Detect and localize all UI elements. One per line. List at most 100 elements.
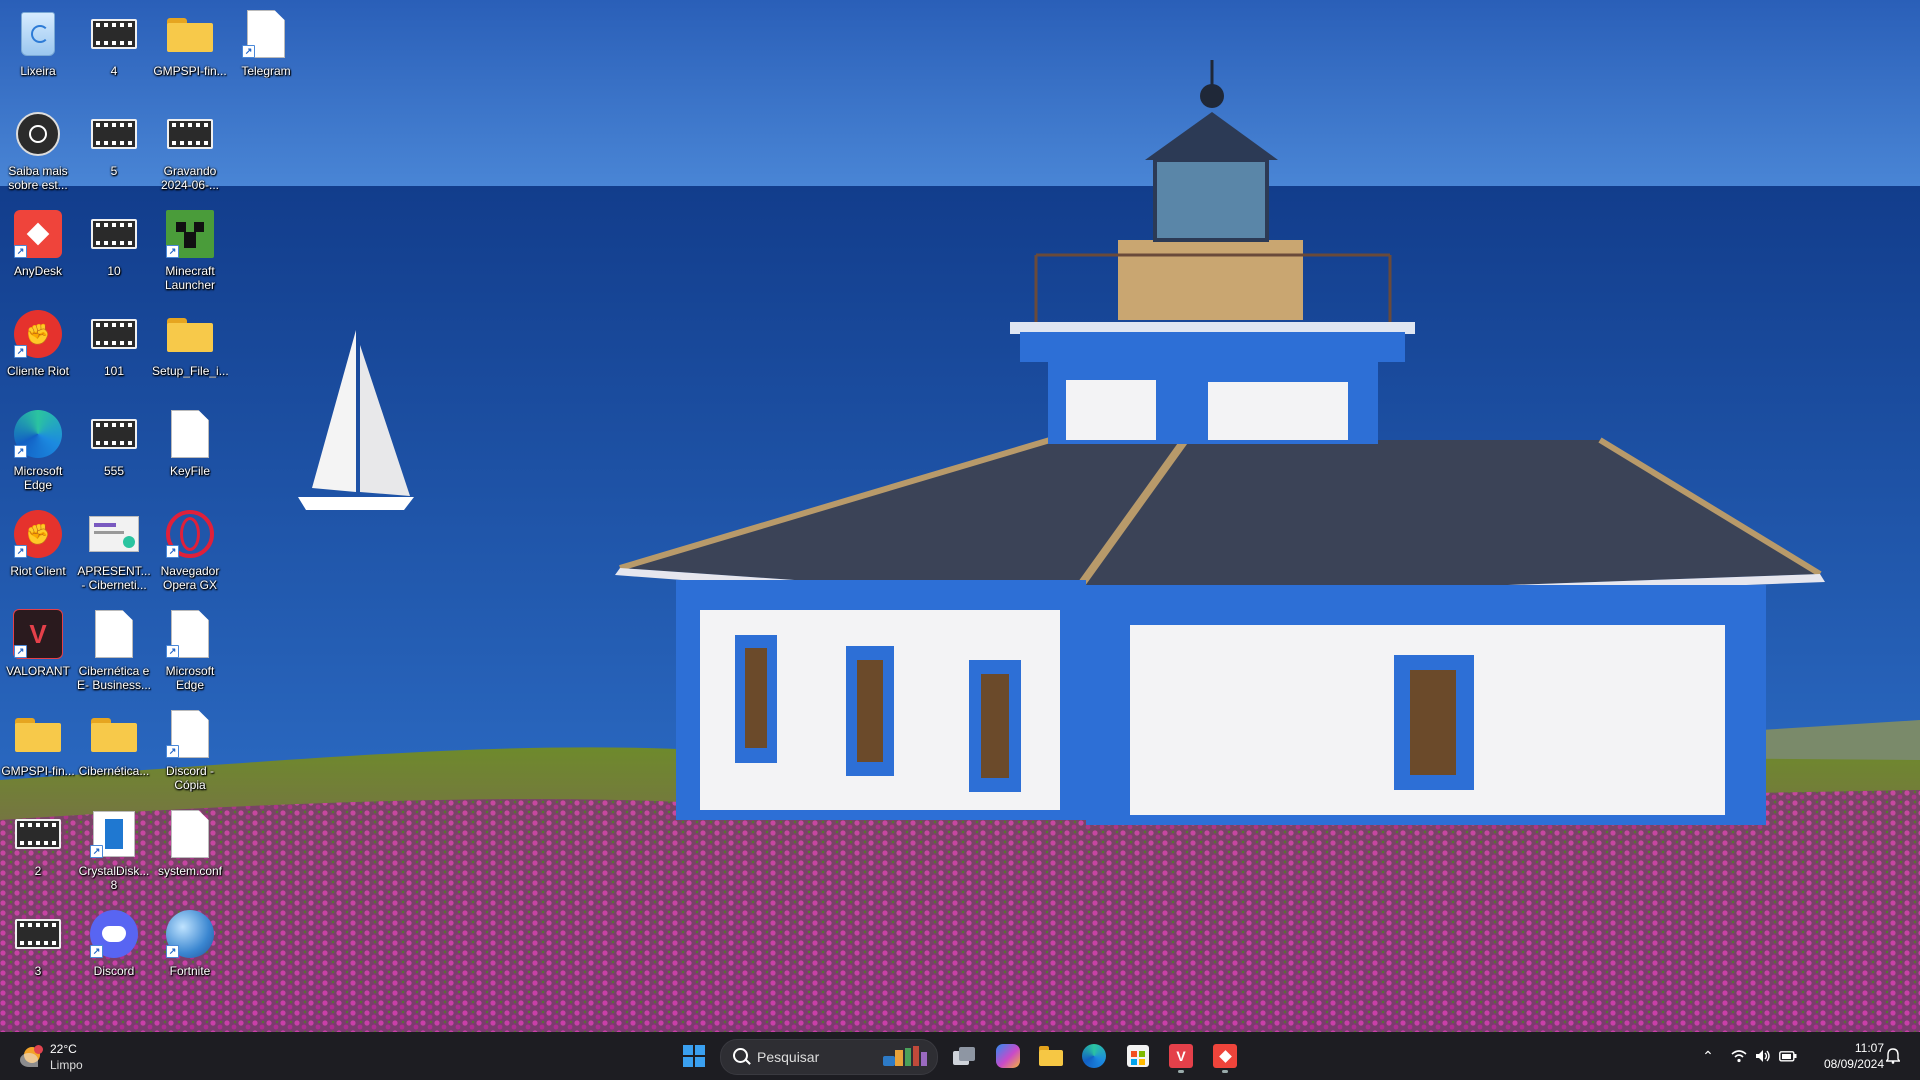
desktop-icon-label: GMPSPI-fin...	[153, 64, 227, 78]
desktop-icon-label: Microsoft Edge	[13, 464, 63, 492]
video-file-icon	[88, 408, 140, 460]
weather-condition: Limpo	[50, 1058, 83, 1072]
desktop-icon-crystaldisk[interactable]: ↗ CrystalDisk... 8	[76, 802, 152, 898]
desktop-icon-gmpspi-fin[interactable]: GMPSPI-fin...	[152, 2, 228, 98]
weather-temp: 22°C	[50, 1042, 77, 1056]
desktop-icon-system-conf[interactable]: system.conf	[152, 802, 228, 898]
desktop-icon-navegador[interactable]: ↗ Navegador Opera GX	[152, 502, 228, 598]
desktop-icon-label: Discord - Cópia	[165, 764, 214, 792]
store-icon	[1127, 1045, 1149, 1067]
search-box[interactable]: Pesquisar	[720, 1039, 938, 1075]
riot-icon: ✊ ↗	[12, 508, 64, 560]
running-indicator	[1178, 1070, 1184, 1073]
shortcut-arrow-icon: ↗	[14, 245, 27, 258]
start-button[interactable]	[676, 1038, 712, 1074]
notification-icon[interactable]	[1884, 1046, 1902, 1066]
desktop-icon-10[interactable]: 10	[76, 202, 152, 298]
folder-icon	[164, 308, 216, 360]
edge-icon: ↗	[12, 408, 64, 460]
desktop-icon-label: Gravando 2024-06-...	[160, 164, 220, 192]
desktop-icon-label: Setup_File_i...	[152, 364, 228, 378]
riot-icon: ✊ ↗	[12, 308, 64, 360]
desktop-icon-label: 555	[103, 464, 125, 478]
store-button[interactable]	[1120, 1038, 1156, 1074]
edge-button[interactable]	[1076, 1038, 1112, 1074]
desktop-icon-keyfile[interactable]: KeyFile	[152, 402, 228, 498]
desktop-icon-101[interactable]: 101	[76, 302, 152, 398]
desktop-icon-label: 101	[103, 364, 125, 378]
desktop-icon-label: 4	[110, 64, 118, 78]
desktop-icon-gmpspi-fin[interactable]: GMPSPI-fin...	[0, 702, 76, 798]
desktop-icon-discord[interactable]: ↗ Discord	[76, 902, 152, 998]
desktop-icon-valorant[interactable]: V ↗ VALORANT	[0, 602, 76, 698]
anydesk-icon	[1213, 1044, 1237, 1068]
video-file-icon	[88, 208, 140, 260]
shortcut-arrow-icon: ↗	[90, 945, 103, 958]
valorant-button[interactable]: V	[1163, 1038, 1199, 1074]
desktop-icon-riot-client[interactable]: ✊ ↗ Riot Client	[0, 502, 76, 598]
desktop-icon-microsoft[interactable]: ↗ Microsoft Edge	[0, 402, 76, 498]
desktop-icon-cliente-riot[interactable]: ✊ ↗ Cliente Riot	[0, 302, 76, 398]
anydesk-button[interactable]	[1207, 1038, 1243, 1074]
desktop-icon-discord[interactable]: ↗ Discord - Cópia	[152, 702, 228, 798]
recycle-bin-icon	[12, 8, 64, 60]
desktop-icon-setup-file-i[interactable]: Setup_File_i...	[152, 302, 228, 398]
desktop: Lixeira 4 GMPSPI-fin... ↗ Telegram Saiba mais…	[0, 0, 1920, 1032]
wifi-icon[interactable]	[1730, 1046, 1748, 1066]
valorant-icon: V ↗	[12, 608, 64, 660]
text-file-icon	[164, 408, 216, 460]
video-file-icon	[12, 908, 64, 960]
search-placeholder: Pesquisar	[757, 1049, 820, 1065]
taskbar: 22°C Limpo Pesquisar V ⌃ 11:07 08/09/202…	[0, 1032, 1920, 1080]
file-icon: ↗	[240, 8, 292, 60]
desktop-icon-2[interactable]: 2	[0, 802, 76, 898]
desktop-icon-label: 2	[34, 864, 42, 878]
minecraft-icon: ↗	[164, 208, 216, 260]
desktop-icon-label: 3	[34, 964, 42, 978]
file-explorer-button[interactable]	[1033, 1038, 1069, 1074]
chevron-up-icon[interactable]: ⌃	[1700, 1046, 1716, 1066]
file-icon: ↗	[164, 708, 216, 760]
crystaldisk-icon: ↗	[88, 808, 140, 860]
desktop-icon-label: Cliente Riot	[6, 364, 70, 378]
task-view-button[interactable]	[946, 1038, 982, 1074]
desktop-icon-4[interactable]: 4	[76, 2, 152, 98]
weather-widget[interactable]: 22°C Limpo	[14, 1036, 94, 1076]
desktop-icon-label: Navegador Opera GX	[160, 564, 220, 592]
presentation-file-icon	[88, 508, 140, 560]
desktop-icon-label: KeyFile	[169, 464, 210, 478]
desktop-icon-cibern-tica-e[interactable]: Cibernética e E- Business...	[76, 602, 152, 698]
desktop-icon-apresent[interactable]: APRESENT... - Ciberneti...	[76, 502, 152, 598]
desktop-icon-saiba-mais[interactable]: Saiba mais sobre est...	[0, 102, 76, 198]
desktop-icon-3[interactable]: 3	[0, 902, 76, 998]
shortcut-arrow-icon: ↗	[166, 545, 179, 558]
desktop-icon-lixeira[interactable]: Lixeira	[0, 2, 76, 98]
desktop-icon-label: CrystalDisk... 8	[78, 864, 150, 892]
clock[interactable]: 11:07 08/09/2024	[1808, 1040, 1884, 1072]
shortcut-arrow-icon: ↗	[14, 445, 27, 458]
shortcut-arrow-icon: ↗	[166, 945, 179, 958]
zip-folder-icon	[164, 8, 216, 60]
desktop-icon-microsoft[interactable]: ↗ Microsoft Edge	[152, 602, 228, 698]
desktop-icon-5[interactable]: 5	[76, 102, 152, 198]
shortcut-arrow-icon: ↗	[166, 245, 179, 258]
desktop-icon-fortnite[interactable]: ↗ Fortnite	[152, 902, 228, 998]
desktop-icon-gravando[interactable]: Gravando 2024-06-...	[152, 102, 228, 198]
desktop-icon-555[interactable]: 555	[76, 402, 152, 498]
desktop-icon-minecraft[interactable]: ↗ Minecraft Launcher	[152, 202, 228, 298]
video-file-icon	[12, 808, 64, 860]
running-indicator	[1222, 1070, 1228, 1073]
desktop-icon-telegram[interactable]: ↗ Telegram	[228, 2, 304, 98]
desktop-icon-cibern-tica[interactable]: Cibernética...	[76, 702, 152, 798]
desktop-icon-anydesk[interactable]: ↗ AnyDesk	[0, 202, 76, 298]
volume-icon[interactable]	[1754, 1046, 1772, 1066]
valorant-icon: V	[1169, 1044, 1193, 1068]
weather-sun-icon	[20, 1045, 43, 1067]
shortcut-arrow-icon: ↗	[242, 45, 255, 58]
edge-icon	[1082, 1044, 1106, 1068]
battery-icon[interactable]	[1778, 1046, 1798, 1066]
desktop-icon-label: Fortnite	[169, 964, 211, 978]
desktop-icon-label: Riot Client	[10, 564, 66, 578]
copilot-button[interactable]	[990, 1038, 1026, 1074]
desktop-icon-label: Discord	[93, 964, 135, 978]
